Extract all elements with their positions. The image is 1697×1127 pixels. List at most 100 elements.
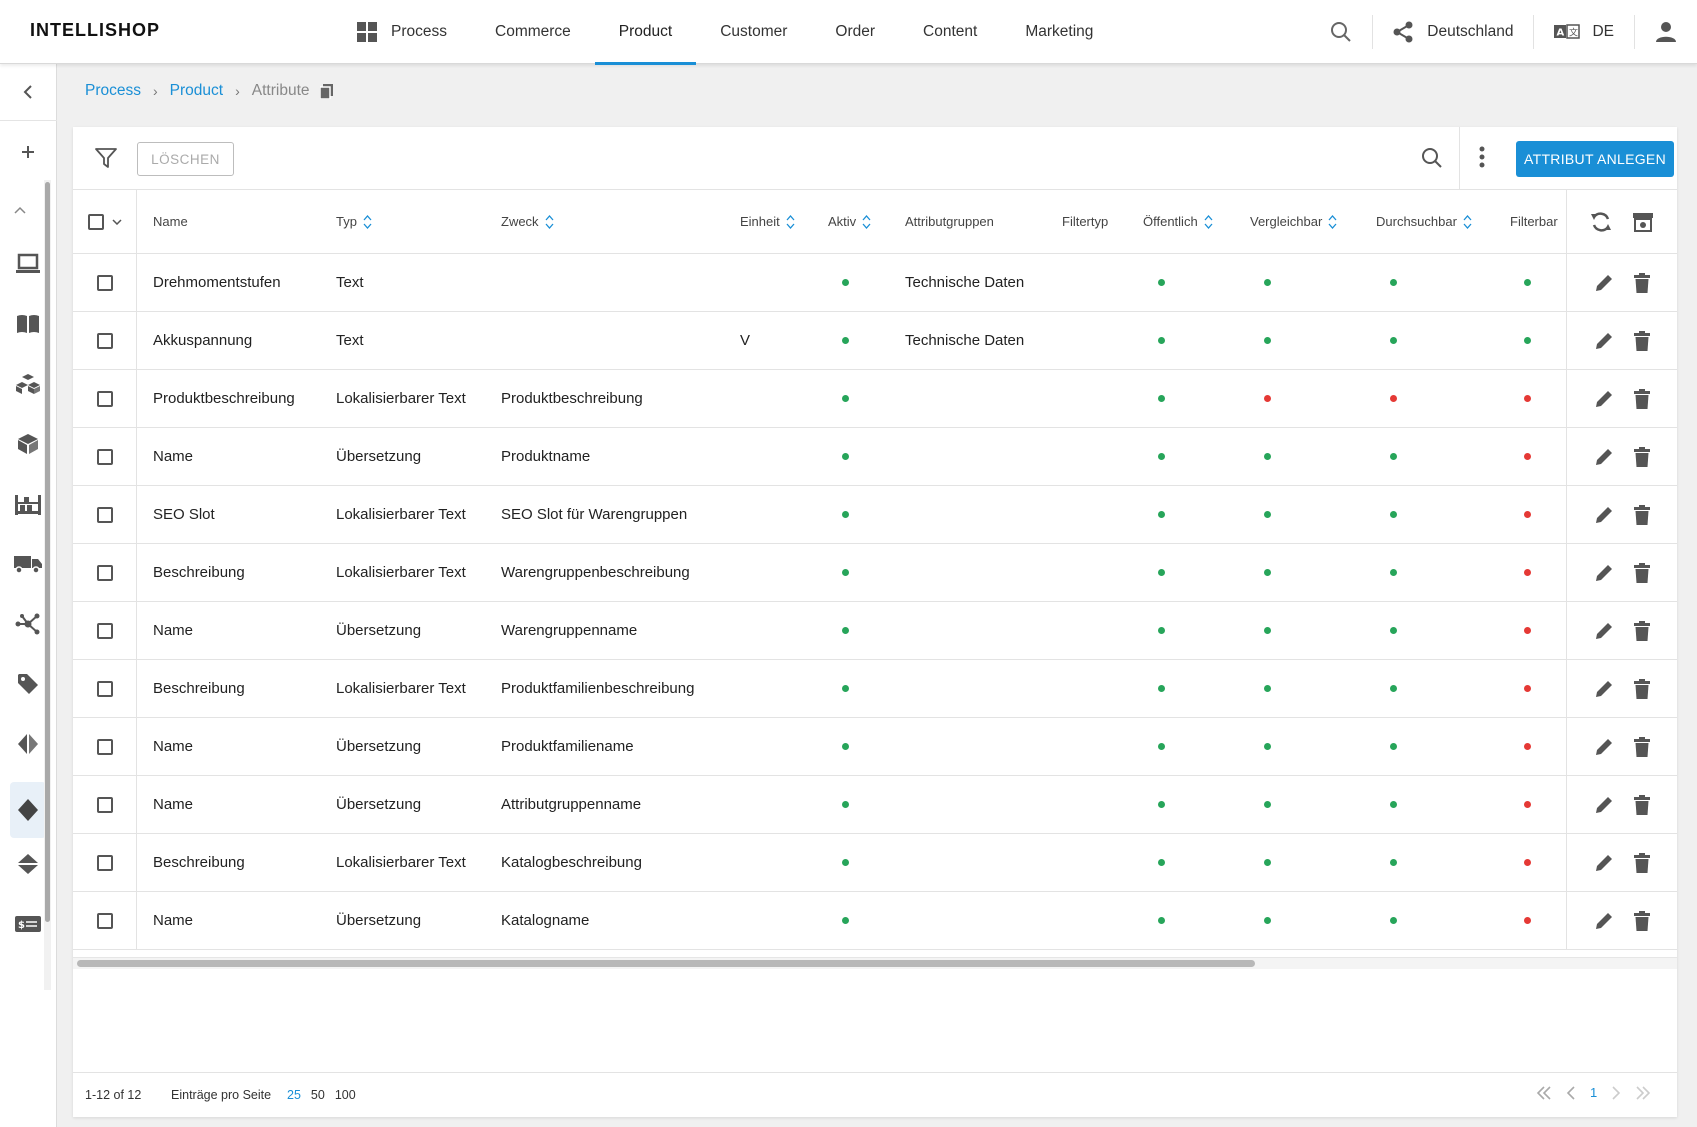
table-row[interactable]: SEO Slot Lokalisierbarer Text SEO Slot für… bbox=[73, 486, 1677, 544]
sidebar-item-attribute-groups[interactable] bbox=[10, 726, 46, 762]
column-header-einheit[interactable]: Einheit bbox=[740, 190, 795, 253]
edit-button[interactable] bbox=[1594, 389, 1614, 409]
row-checkbox[interactable] bbox=[96, 390, 113, 407]
edit-button[interactable] bbox=[1594, 447, 1614, 467]
column-header-name[interactable]: Name bbox=[153, 190, 188, 253]
sidebar-item-prices[interactable]: $ bbox=[10, 906, 46, 942]
column-header-filtertyp[interactable]: Filtertyp bbox=[1062, 190, 1108, 253]
previous-page-button[interactable] bbox=[1566, 1085, 1576, 1100]
horizontal-scrollbar-thumb[interactable] bbox=[77, 960, 1255, 967]
table-row[interactable]: Produktbeschreibung Lokalisierbarer Text P… bbox=[73, 370, 1677, 428]
row-checkbox[interactable] bbox=[96, 854, 113, 871]
first-page-button[interactable] bbox=[1536, 1085, 1552, 1100]
row-checkbox[interactable] bbox=[96, 448, 113, 465]
channel-selector[interactable]: Deutschland bbox=[1373, 0, 1533, 64]
global-search-button[interactable] bbox=[1310, 0, 1372, 64]
app-logo[interactable]: INTELLISHOP bbox=[30, 20, 160, 41]
row-checkbox[interactable] bbox=[96, 332, 113, 349]
column-header-durchsuchbar[interactable]: Durchsuchbar bbox=[1376, 190, 1472, 253]
delete-row-button[interactable] bbox=[1634, 910, 1650, 931]
delete-row-button[interactable] bbox=[1634, 330, 1650, 351]
edit-button[interactable] bbox=[1594, 737, 1614, 757]
sidebar-item-shipping[interactable] bbox=[10, 546, 46, 582]
scroll-up-button[interactable] bbox=[2, 192, 38, 228]
nav-item-order[interactable]: Order bbox=[811, 0, 899, 64]
add-button[interactable] bbox=[10, 134, 46, 170]
column-header-oeffentlich[interactable]: Öffentlich bbox=[1143, 190, 1213, 253]
delete-row-button[interactable] bbox=[1634, 272, 1650, 293]
row-checkbox[interactable] bbox=[96, 506, 113, 523]
filter-button[interactable] bbox=[95, 147, 117, 173]
archive-button[interactable] bbox=[1632, 211, 1654, 233]
delete-row-button[interactable] bbox=[1634, 794, 1650, 815]
breadcrumb-process[interactable]: Process bbox=[85, 82, 141, 100]
edit-button[interactable] bbox=[1594, 273, 1614, 293]
delete-row-button[interactable] bbox=[1634, 504, 1650, 525]
row-checkbox[interactable] bbox=[96, 796, 113, 813]
more-options-button[interactable] bbox=[1478, 145, 1486, 173]
column-header-aktiv[interactable]: Aktiv bbox=[828, 190, 871, 253]
edit-button[interactable] bbox=[1594, 853, 1614, 873]
copy-icon[interactable] bbox=[319, 83, 333, 99]
sidebar-item-variants[interactable] bbox=[10, 846, 46, 882]
nav-item-content[interactable]: Content bbox=[899, 0, 1001, 64]
page-size-option[interactable]: 25 bbox=[287, 1088, 301, 1102]
next-page-button[interactable] bbox=[1611, 1085, 1621, 1100]
column-header-vergleichbar[interactable]: Vergleichbar bbox=[1250, 190, 1337, 253]
column-header-typ[interactable]: Typ bbox=[336, 190, 372, 253]
edit-button[interactable] bbox=[1594, 621, 1614, 641]
nav-item-product[interactable]: Product bbox=[594, 0, 697, 65]
sidebar-scrollbar-thumb[interactable] bbox=[45, 182, 50, 922]
sidebar-item-attributes[interactable] bbox=[10, 782, 46, 838]
delete-row-button[interactable] bbox=[1634, 562, 1650, 583]
edit-button[interactable] bbox=[1594, 911, 1614, 931]
table-row[interactable]: Name Übersetzung Katalogname bbox=[73, 892, 1677, 950]
sidebar-item-warehouse[interactable] bbox=[10, 486, 46, 522]
page-size-option[interactable]: 100 bbox=[335, 1088, 356, 1102]
row-checkbox[interactable] bbox=[96, 564, 113, 581]
column-header-zweck[interactable]: Zweck bbox=[501, 190, 554, 253]
sidebar-item-package[interactable] bbox=[10, 426, 46, 462]
breadcrumb-product[interactable]: Product bbox=[170, 82, 223, 100]
collapse-sidebar-button[interactable] bbox=[10, 74, 46, 110]
delete-button[interactable]: LÖSCHEN bbox=[137, 142, 234, 176]
page-size-option[interactable]: 50 bbox=[311, 1088, 325, 1102]
nav-item-customer[interactable]: Customer bbox=[696, 0, 811, 64]
table-row[interactable]: Beschreibung Lokalisierbarer Text Produktf… bbox=[73, 660, 1677, 718]
nav-item-process[interactable]: Process bbox=[333, 0, 471, 64]
table-row[interactable]: Beschreibung Lokalisierbarer Text Warengru… bbox=[73, 544, 1677, 602]
language-selector[interactable]: A文 DE bbox=[1534, 0, 1634, 64]
edit-button[interactable] bbox=[1594, 563, 1614, 583]
row-checkbox[interactable] bbox=[96, 274, 113, 291]
edit-button[interactable] bbox=[1594, 331, 1614, 351]
user-menu-button[interactable] bbox=[1635, 0, 1697, 64]
edit-button[interactable] bbox=[1594, 679, 1614, 699]
edit-button[interactable] bbox=[1594, 505, 1614, 525]
last-page-button[interactable] bbox=[1635, 1085, 1651, 1100]
current-page[interactable]: 1 bbox=[1590, 1085, 1597, 1100]
sidebar-item-tags[interactable] bbox=[10, 666, 46, 702]
delete-row-button[interactable] bbox=[1634, 678, 1650, 699]
row-checkbox[interactable] bbox=[96, 622, 113, 639]
sidebar-item-products[interactable] bbox=[10, 366, 46, 402]
refresh-button[interactable] bbox=[1590, 211, 1612, 233]
table-row[interactable]: Akkuspannung Text V Technische Daten bbox=[73, 312, 1677, 370]
table-row[interactable]: Name Übersetzung Produktname bbox=[73, 428, 1677, 486]
row-checkbox[interactable] bbox=[96, 738, 113, 755]
delete-row-button[interactable] bbox=[1634, 620, 1650, 641]
sidebar-item-catalog[interactable] bbox=[10, 306, 46, 342]
table-row[interactable]: Name Übersetzung Warengruppenname bbox=[73, 602, 1677, 660]
column-header-attributgruppen[interactable]: Attributgruppen bbox=[905, 190, 994, 253]
delete-row-button[interactable] bbox=[1634, 388, 1650, 409]
nav-item-marketing[interactable]: Marketing bbox=[1001, 0, 1117, 64]
table-row[interactable]: Name Übersetzung Produktfamiliename bbox=[73, 718, 1677, 776]
delete-row-button[interactable] bbox=[1634, 736, 1650, 757]
table-row[interactable]: Drehmomentstufen Text Technische Daten bbox=[73, 254, 1677, 312]
edit-button[interactable] bbox=[1594, 795, 1614, 815]
chevron-down-icon[interactable] bbox=[111, 218, 122, 225]
sidebar-item-monitor[interactable] bbox=[10, 246, 46, 282]
select-all-checkbox[interactable] bbox=[87, 213, 104, 230]
column-header-filterbar[interactable]: Filterbar bbox=[1510, 190, 1558, 253]
sidebar-item-network[interactable] bbox=[10, 606, 46, 642]
table-row[interactable]: Name Übersetzung Attributgruppenname bbox=[73, 776, 1677, 834]
